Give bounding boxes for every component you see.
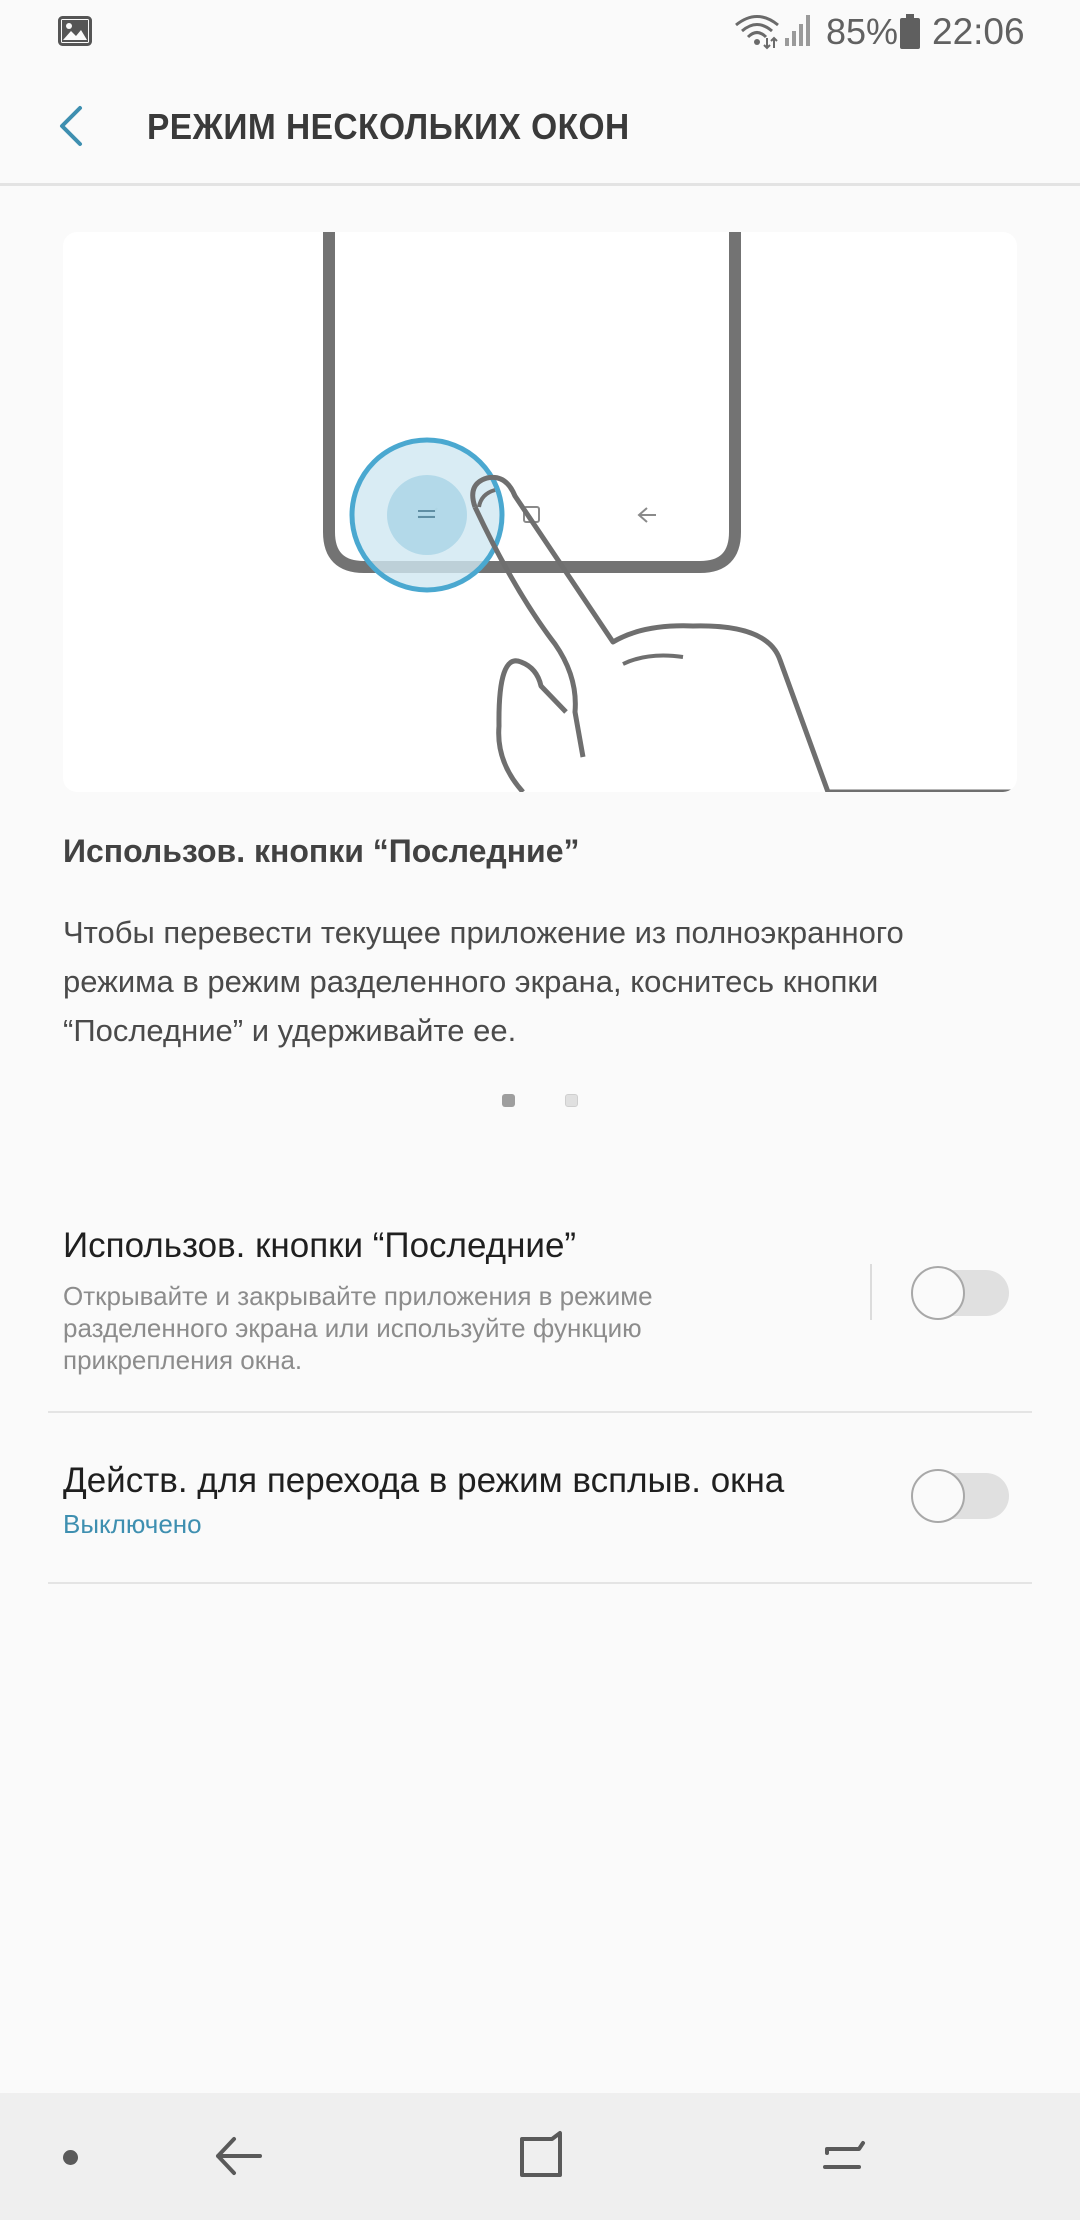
setting-subtitle: Открывайте и закрывайте приложения в реж… [63, 1280, 743, 1376]
status-bar: 85% 22:06 [0, 0, 1080, 66]
page-dot[interactable] [565, 1094, 578, 1107]
setting-status: Выключено [63, 1509, 202, 1539]
tutorial-heading: Использов. кнопки “Последние” [63, 833, 580, 869]
recents-icon[interactable] [811, 2123, 877, 2189]
back-icon[interactable] [206, 2123, 272, 2189]
page-title: РЕЖИМ НЕСКОЛЬКИХ ОКОН [147, 106, 630, 147]
row-divider [48, 1582, 1032, 1584]
home-icon[interactable] [508, 2123, 574, 2189]
description-line: “Последние” и удерживайте ее. [63, 1013, 517, 1048]
setting-title: Действ. для перехода в режим всплыв. окн… [63, 1461, 785, 1500]
wifi-icon [735, 15, 779, 50]
phone-touch-illustration [323, 232, 1013, 792]
setting-recents-button[interactable]: Использов. кнопки “Последние” Открывайте… [0, 1200, 1080, 1412]
toggle-knob [911, 1469, 965, 1523]
recents-button-toggle[interactable] [911, 1266, 1009, 1320]
page-dot-active[interactable] [502, 1094, 515, 1107]
page-indicator [0, 1094, 1080, 1114]
description-line: режима в режим разделенного экрана, косн… [63, 964, 879, 999]
clock: 22:06 [932, 11, 1025, 52]
signal-icon [785, 15, 810, 46]
screen: 85% 22:06 РЕЖИМ НЕСКОЛЬКИХ ОКОН Использо… [0, 0, 1080, 2220]
app-bar: РЕЖИМ НЕСКОЛЬКИХ ОКОН [0, 66, 1080, 186]
keyboard-dot-icon[interactable] [63, 2150, 78, 2165]
toggle-divider [870, 1264, 872, 1320]
toggle-knob [911, 1266, 965, 1320]
gallery-icon [58, 16, 92, 46]
battery-icon [900, 14, 920, 49]
popup-gesture-toggle[interactable] [911, 1469, 1009, 1523]
subtitle-line: прикрепления окна. [63, 1345, 303, 1375]
setting-popup-gesture[interactable]: Действ. для перехода в режим всплыв. окн… [0, 1413, 1080, 1583]
tutorial-illustration [63, 232, 1017, 792]
tutorial-description: Чтобы перевести текущее приложение из по… [63, 908, 1023, 1055]
navigation-bar [0, 2093, 1080, 2220]
subtitle-line: Открывайте и закрывайте приложения в реж… [63, 1281, 653, 1311]
battery-percent: 85% [826, 11, 899, 52]
subtitle-line: разделенного экрана или используйте функ… [63, 1313, 642, 1343]
setting-title: Использов. кнопки “Последние” [63, 1226, 577, 1265]
description-line: Чтобы перевести текущее приложение из по… [63, 915, 904, 950]
chevron-left-icon[interactable] [44, 96, 104, 156]
